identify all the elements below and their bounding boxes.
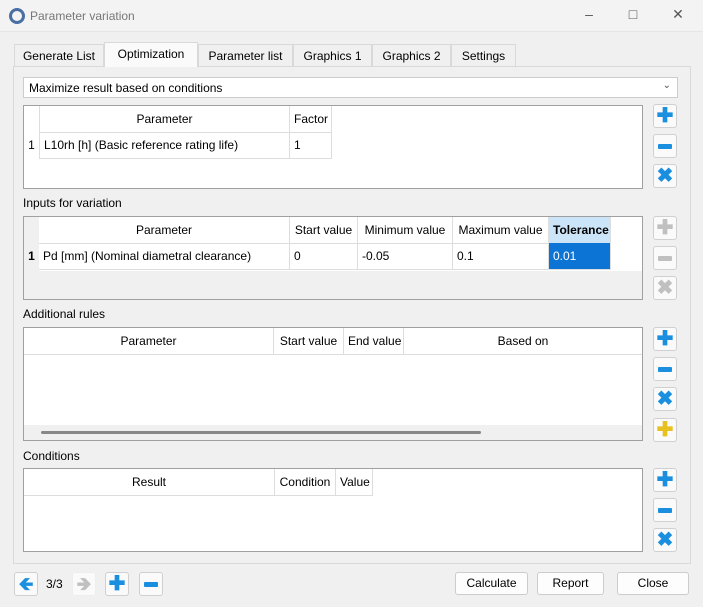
remove-rule-button[interactable]	[653, 357, 677, 381]
add-rule-special-button[interactable]: ✚	[653, 418, 677, 442]
calculate-button[interactable]: Calculate	[455, 572, 528, 595]
rules-label: Additional rules	[23, 307, 106, 321]
tab-graphics-2[interactable]: Graphics 2	[372, 44, 451, 67]
app-icon	[9, 8, 25, 24]
header-tolerance[interactable]: Tolerance	[549, 217, 611, 244]
clear-results-button[interactable]: ✖	[653, 164, 677, 188]
row-number: 1	[28, 249, 35, 263]
result-parameter-cell[interactable]: L10rh [h] (Basic reference rating life)	[39, 132, 290, 159]
clear-inputs-button[interactable]: ✖	[653, 276, 677, 300]
results-table[interactable]: Parameter Factor 1 L10rh [h] (Basic refe…	[23, 105, 643, 189]
conditions-label: Conditions	[23, 449, 80, 463]
remove-condition-button[interactable]	[653, 498, 677, 522]
close-button[interactable]: Close	[617, 572, 689, 595]
tab-optimization[interactable]: Optimization	[104, 42, 198, 67]
horizontal-scrollbar[interactable]	[24, 425, 642, 440]
title-bar: Parameter variation – □ ✕	[0, 0, 703, 32]
close-window-button[interactable]: ✕	[663, 6, 693, 26]
minus-icon	[658, 507, 672, 513]
header-value[interactable]: Value	[336, 469, 373, 496]
add-rule-button[interactable]: ✚	[653, 327, 677, 351]
scrollbar-thumb[interactable]	[41, 431, 481, 434]
header-condition[interactable]: Condition	[275, 469, 336, 496]
chevron-down-icon: ⌄	[662, 80, 671, 91]
header-parameter[interactable]: Parameter	[24, 328, 274, 355]
conditions-table[interactable]: Result Condition Value	[23, 468, 643, 552]
tab-settings[interactable]: Settings	[451, 44, 516, 67]
remove-result-button[interactable]	[653, 134, 677, 158]
inputs-table[interactable]: Parameter Start value Minimum value Maxi…	[23, 216, 643, 300]
remove-input-button[interactable]	[653, 246, 677, 270]
minus-icon	[144, 581, 158, 587]
next-button[interactable]: 🡺	[72, 572, 96, 596]
clear-rules-button[interactable]: ✖	[653, 387, 677, 411]
empty-area	[24, 271, 642, 299]
remove-page-button[interactable]	[139, 572, 163, 596]
tab-generate-list[interactable]: Generate List	[14, 44, 104, 67]
add-result-button[interactable]: ✚	[653, 104, 677, 128]
tolerance-cell[interactable]: 0.01	[549, 243, 611, 270]
header-result[interactable]: Result	[24, 469, 275, 496]
header-start-value[interactable]: Start value	[290, 217, 358, 244]
minus-icon	[658, 366, 672, 372]
add-condition-button[interactable]: ✚	[653, 468, 677, 492]
factor-cell[interactable]: 1	[290, 132, 332, 159]
previous-button[interactable]: 🡸	[14, 572, 38, 596]
header-factor[interactable]: Factor	[290, 106, 332, 133]
inputs-label: Inputs for variation	[23, 196, 122, 210]
header-maximum-value[interactable]: Maximum value	[453, 217, 549, 244]
tab-graphics-1[interactable]: Graphics 1	[293, 44, 372, 67]
clear-conditions-button[interactable]: ✖	[653, 528, 677, 552]
page-indicator: 3/3	[46, 577, 63, 591]
row-number: 1	[28, 138, 35, 152]
header-start-value[interactable]: Start value	[274, 328, 344, 355]
minimize-button[interactable]: –	[574, 6, 604, 26]
start-value-cell[interactable]: 0	[290, 243, 358, 270]
optimization-mode-select[interactable]: Maximize result based on conditions ⌄	[23, 77, 678, 98]
minus-icon	[658, 143, 672, 149]
maximize-button[interactable]: □	[618, 6, 648, 26]
minus-icon	[658, 255, 672, 261]
header-minimum-value[interactable]: Minimum value	[358, 217, 453, 244]
header-based-on[interactable]: Based on	[404, 328, 642, 355]
input-parameter-cell[interactable]: Pd [mm] (Nominal diametral clearance)	[39, 243, 290, 270]
header-end-value[interactable]: End value	[344, 328, 404, 355]
header-parameter[interactable]: Parameter	[39, 106, 290, 133]
rules-table[interactable]: Parameter Start value End value Based on	[23, 327, 643, 441]
report-button[interactable]: Report	[537, 572, 604, 595]
add-input-button[interactable]: ✚	[653, 216, 677, 240]
add-page-button[interactable]: ✚	[105, 572, 129, 596]
window-title: Parameter variation	[30, 9, 135, 23]
maximum-value-cell[interactable]: 0.1	[453, 243, 549, 270]
header-parameter[interactable]: Parameter	[39, 217, 290, 244]
tab-parameter-list[interactable]: Parameter list	[198, 44, 293, 67]
minimum-value-cell[interactable]: -0.05	[358, 243, 453, 270]
mode-value: Maximize result based on conditions	[29, 81, 223, 95]
